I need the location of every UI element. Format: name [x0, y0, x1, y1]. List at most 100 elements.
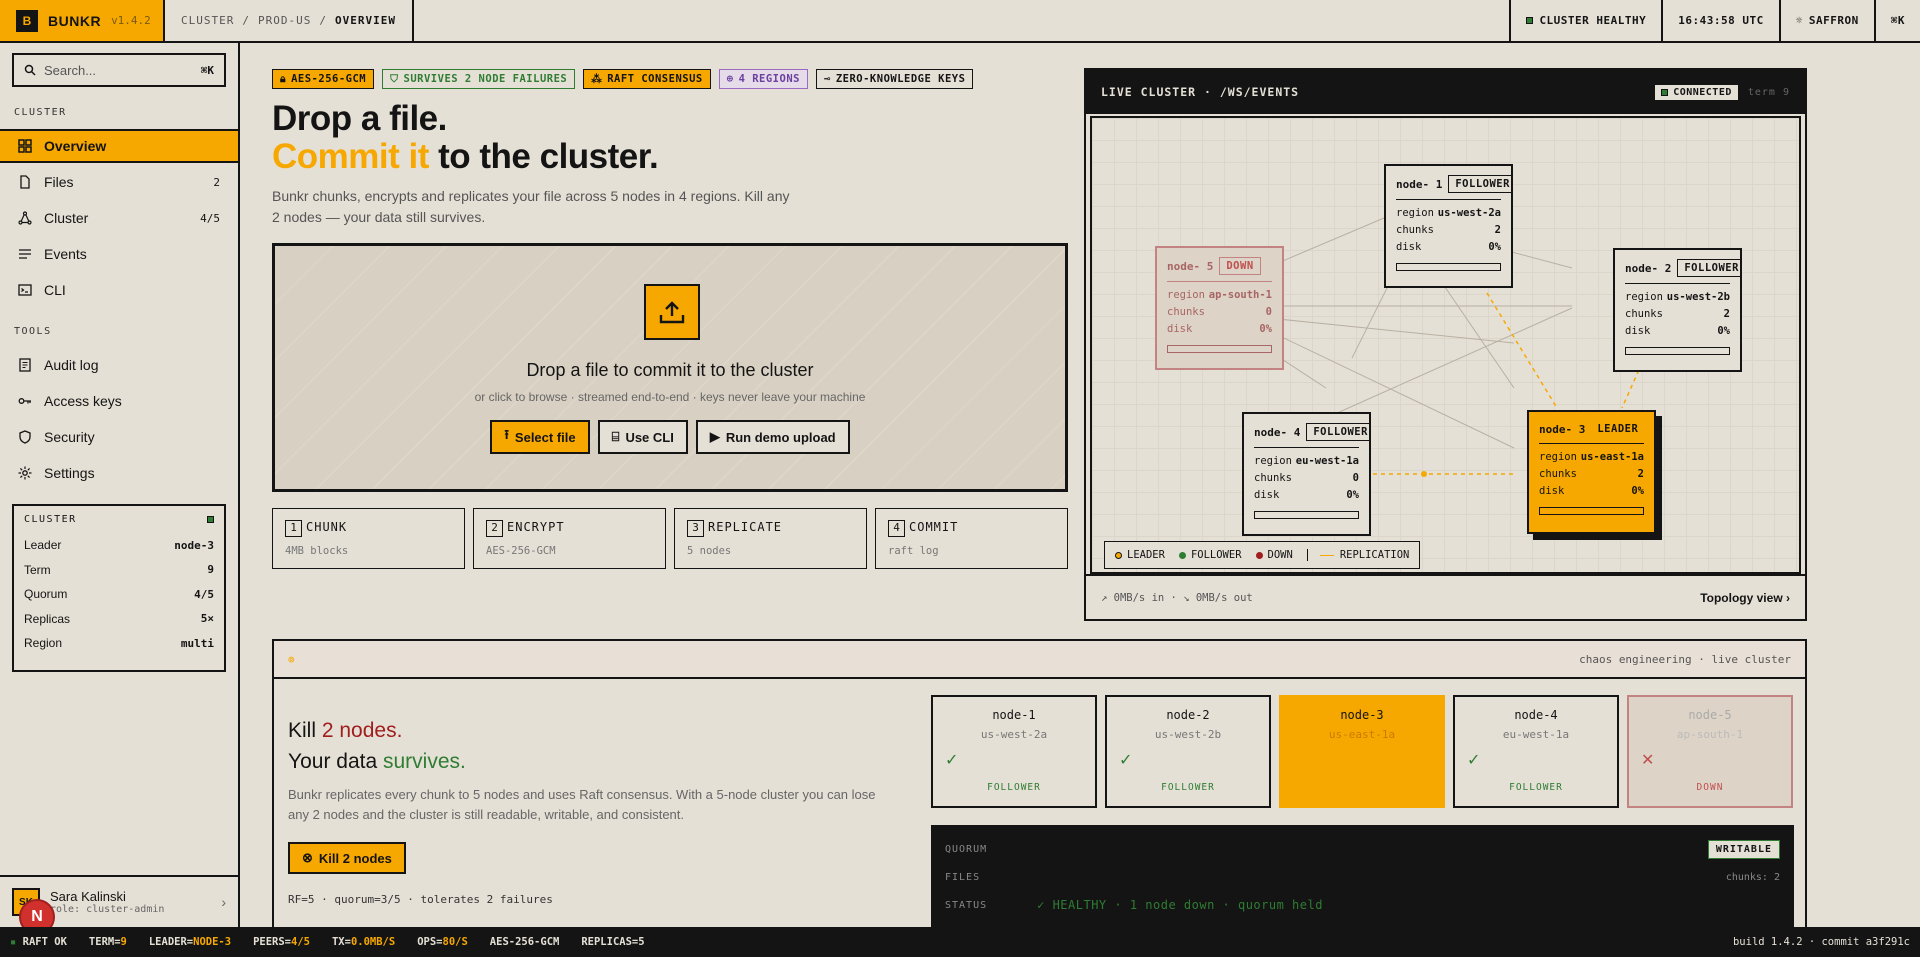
search-input[interactable]: Search... ⌘K — [12, 53, 226, 87]
topology-node-3[interactable]: node- 3 LEADER region us-east-1a chunks 2 d… — [1527, 410, 1656, 534]
breadcrumb-cluster[interactable]: CLUSTER — [181, 14, 234, 27]
sidebar-item-overview[interactable]: Overview — [0, 129, 238, 163]
sidebar-item-cluster[interactable]: Cluster 4/5 — [0, 201, 238, 235]
topology-node-5[interactable]: node- 5 DOWN region ap-south-1 chunks 0 dis… — [1155, 246, 1284, 370]
raft-label: RAFT OK — [22, 936, 67, 948]
topology-node-2[interactable]: node- 2 FOLLOWER region us-west-2b chunks 2… — [1613, 248, 1742, 372]
dropzone-actions: ⭱ Select file ⌸ Use CLI ▶ Run demo upload — [275, 420, 1065, 454]
sidebar: Search... ⌘K CLUSTER Overview Files 2 Cl… — [0, 43, 240, 927]
file-icon — [20, 175, 30, 189]
status-row: STATUS ✓ HEALTHY · 1 node down · quorum h… — [945, 891, 1780, 919]
summary-row: Leader node-3 — [24, 533, 214, 558]
terminal-icon: ⌸ — [611, 429, 620, 444]
sidebar-item-cli[interactable]: CLI — [0, 273, 238, 307]
brand-version: v1.4.2 — [111, 14, 151, 27]
sidebar-item-access-keys[interactable]: Access keys — [0, 384, 238, 418]
badge-regions: ⊕ 4 REGIONS — [718, 69, 808, 89]
network-icon: ⁂ — [591, 73, 603, 85]
chaos-node-2[interactable]: node-2 us-west-2b ✓ FOLLOWER — [1105, 695, 1271, 808]
step-chunk: 1 CHUNK 4MB blocks — [272, 508, 465, 569]
dropzone-title: Drop a file to commit it to the cluster — [526, 360, 814, 380]
legend-replication: REPLICATION — [1306, 549, 1409, 561]
badge-label: AES-256-GCM — [291, 73, 367, 85]
node-row: region eu-west-1a — [1254, 455, 1359, 472]
theme-toggle[interactable]: ☼ SAFFRON — [1778, 0, 1874, 41]
breadcrumb-separator: / — [319, 14, 327, 27]
node-name: node-3 — [1340, 708, 1384, 722]
raft-status: ▪ RAFT OK — [10, 936, 67, 948]
brand[interactable]: B BUNKR v1.4.2 — [0, 0, 165, 41]
node-row: chunks 2 — [1396, 224, 1501, 241]
writable-badge: WRITABLE — [1707, 839, 1780, 859]
row-key: region — [1254, 455, 1292, 467]
search-shortcut: ⌘K — [200, 63, 214, 77]
chaos-node-1[interactable]: node-1 us-west-2a ✓ FOLLOWER — [931, 695, 1097, 808]
breadcrumb-env[interactable]: PROD-US — [258, 14, 311, 27]
sidebar-item-files[interactable]: Files 2 — [0, 165, 238, 199]
node-row: disk 0% — [1625, 325, 1730, 342]
node-region: us-west-2b — [1666, 291, 1730, 303]
command-shortcut[interactable]: ⌘K — [1873, 0, 1920, 41]
status-key: TERM= — [88, 936, 121, 948]
select-file-button[interactable]: ⭱ Select file — [490, 420, 590, 454]
status-ops: OPS=80/S — [417, 936, 468, 948]
button-label: Kill 2 nodes — [318, 850, 392, 866]
kill-nodes-button[interactable]: ⊗ Kill 2 nodes — [288, 842, 406, 874]
summary-value: node-3 — [174, 538, 214, 552]
sidebar-item-audit-log[interactable]: Audit log — [0, 348, 238, 382]
use-cli-button[interactable]: ⌸ Use CLI — [597, 420, 688, 454]
status-key: OPS= — [417, 936, 443, 948]
node-region: eu-west-1a — [1295, 455, 1359, 467]
node-region: us-east-1a — [1328, 728, 1396, 741]
step-encrypt: 2 ENCRYPT AES-256-GCM — [473, 508, 666, 569]
badge-label: ZERO-KNOWLEDGE KEYS — [835, 73, 966, 85]
quorum-console: QUORUM WRITABLE FILES chunks: 2 STATUS ✓ HE… — [931, 825, 1794, 929]
sidebar-item-label: Access keys — [44, 393, 122, 409]
node-disk: 0% — [1717, 325, 1730, 337]
node-chunks: 0 — [1265, 306, 1272, 318]
step-commit: 4 COMMIT raft log — [875, 508, 1068, 569]
status-key: LEADER= — [148, 936, 194, 948]
live-cluster-panel: LIVE CLUSTER · /WS/EVENTS CONNECTED term… — [1084, 68, 1807, 621]
summary-value: multi — [180, 636, 214, 650]
summary-value: 5× — [200, 612, 214, 626]
live-cluster-title: LIVE CLUSTER · /WS/EVENTS — [1101, 85, 1300, 99]
status-cipher: AES-256-GCM — [489, 936, 560, 948]
topology-view-link[interactable]: Topology view › — [1700, 591, 1790, 605]
run-demo-button[interactable]: ▶ Run demo upload — [695, 420, 850, 454]
sidebar-item-settings[interactable]: Settings — [0, 456, 238, 490]
chaos-node-5[interactable]: node-5 ap-south-1 ✕ DOWN — [1627, 695, 1793, 808]
chaos-node-4[interactable]: node-4 eu-west-1a ✓ FOLLOWER — [1453, 695, 1619, 808]
sidebar-item-label: Settings — [44, 465, 95, 481]
step-number: 2 — [486, 520, 503, 537]
node-role: LEADER — [1597, 423, 1639, 435]
search-icon — [24, 64, 36, 76]
legend-label: LEADER — [1127, 549, 1165, 561]
topology-node-1[interactable]: node- 1 FOLLOWER region us-west-2a chunks 2… — [1384, 164, 1513, 288]
step-label: CHUNK — [306, 520, 348, 534]
sidebar-item-count: 4/5 — [200, 211, 220, 225]
file-dropzone[interactable]: Drop a file to commit it to the cluster … — [272, 243, 1068, 492]
row-key: disk — [1396, 241, 1422, 253]
sidebar-item-events[interactable]: Events — [0, 237, 238, 271]
sun-icon: ☼ — [1795, 14, 1803, 27]
kill-text: Kill — [288, 719, 322, 742]
node-name: node-1 — [992, 708, 1036, 722]
top-right: CLUSTER HEALTHY 16:43:58 UTC ☼ SAFFRON ⌘K — [1509, 0, 1920, 41]
connection-label: CONNECTED — [1673, 86, 1732, 98]
status-peers: PEERS=4/5 — [253, 936, 310, 948]
sidebar-item-security[interactable]: Security — [0, 420, 238, 454]
topology-node-4[interactable]: node- 4 FOLLOWER region eu-west-1a chunks 0… — [1242, 412, 1371, 536]
disk-bar — [1625, 347, 1730, 355]
chaos-panel: ⊚ chaos engineering · live cluster Kill … — [272, 639, 1807, 929]
chaos-node-3[interactable]: node-3 us-east-1a — [1279, 695, 1445, 808]
title-highlight: Commit it — [272, 137, 429, 176]
link-label: Topology view — [1700, 590, 1783, 605]
key-icon — [18, 398, 31, 404]
status-leader: LEADER=NODE-3 — [149, 936, 231, 948]
feature-badges: 🔒︎ AES-256-GCM ⛉ SURVIVES 2 NODE FAILURES … — [272, 69, 974, 89]
step-desc: AES-256-GCM — [486, 545, 556, 557]
summary-row: Quorum 4/5 — [24, 582, 214, 607]
node-header: node- 5 DOWN — [1167, 257, 1272, 282]
upload-icon — [644, 284, 700, 340]
